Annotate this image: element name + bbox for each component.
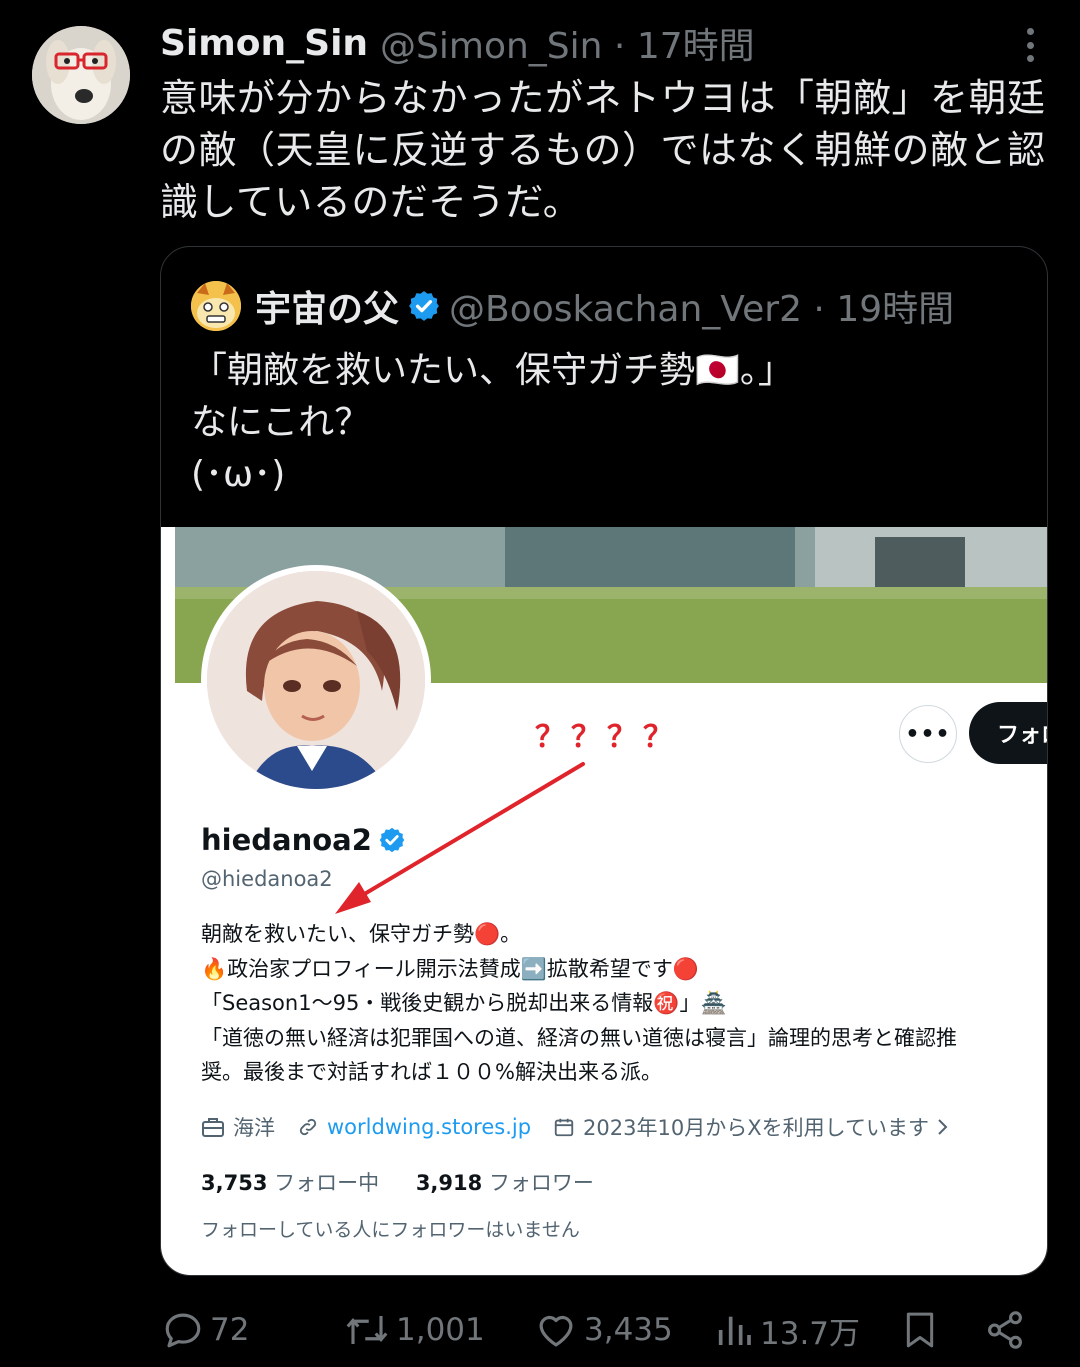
followers-count: 3,918 <box>415 1171 483 1195</box>
calendar-icon <box>554 1118 574 1137</box>
profile-joined: 2023年10月からXを利用しています <box>553 1112 959 1142</box>
following-count-group[interactable]: 3,753 フォロー中 <box>201 1171 379 1195</box>
tweet-text: 意味が分からなかったがネトウヨは「朝敵」を朝廷の敵（天皇に反逆するもの）ではなく… <box>160 76 1046 224</box>
followers-count-group[interactable]: 3,918 フォロワー <box>416 1171 594 1195</box>
profile-bio: 朝敵を救いたい、保守ガチ勢🔴。 🔥政治家プロフィール開示法賛成➡️拡散希望です🔴… <box>201 922 957 1084</box>
follow-button[interactable]: フォロ <box>969 702 1047 764</box>
profile-joined-text: 2023年10月からXを利用しています <box>583 1116 929 1140</box>
bookmark-button[interactable] <box>900 1302 946 1358</box>
share-button[interactable] <box>984 1302 1032 1358</box>
profile-screenshot-image[interactable]: ？？？？ ••• フォロ hiedanoa2 @hiedanoa2 朝敵を救いた… <box>161 527 1047 1275</box>
chevron-right-icon <box>938 1119 948 1135</box>
verified-icon <box>379 827 405 853</box>
link-icon <box>299 1118 317 1136</box>
monster-avatar-image <box>191 281 241 331</box>
profile-meta-row: 海洋 worldwing.stores.jp 2023年10月からXを利用してい… <box>201 1112 981 1142</box>
tweet-author-name[interactable]: Simon_Sin <box>160 23 368 64</box>
annotation-question-marks: ？？？？ <box>535 720 679 755</box>
quote-text: 「朝敵を救いたい、保守ガチ勢🇯🇵。」 なにこれ？ (･ω･) <box>191 350 794 495</box>
share-icon <box>988 1311 1022 1349</box>
profile-location: 海洋 <box>201 1112 275 1142</box>
profile-mutual-note: フォローしている人にフォロワーはいません <box>201 1219 580 1241</box>
reply-button[interactable]: 72 <box>162 1302 249 1358</box>
quoted-tweet-card[interactable]: 宇宙の父 @Booskachan_Ver2 · 19時間 「朝敵を救いたい、保守… <box>160 246 1048 1276</box>
more-icon[interactable] <box>1010 28 1050 62</box>
quote-time: 19時間 <box>836 289 955 330</box>
quote-author-avatar[interactable] <box>191 281 241 331</box>
retweet-icon <box>346 1316 388 1344</box>
profile-more-button[interactable]: ••• <box>899 705 957 763</box>
follow-button-label: フォロ <box>997 723 1047 748</box>
retweet-count: 1,001 <box>396 1312 485 1348</box>
dog-avatar-image <box>32 26 130 124</box>
profile-handle: @hiedanoa2 <box>201 867 333 891</box>
followers-label: フォロワー <box>488 1171 594 1195</box>
retweet-button[interactable]: 1,001 <box>344 1302 485 1358</box>
reply-icon <box>165 1313 201 1348</box>
reply-count: 72 <box>210 1312 250 1348</box>
views-icon <box>718 1316 751 1345</box>
views-count: 13.7万 <box>760 1315 861 1352</box>
author-avatar[interactable] <box>32 26 130 124</box>
views-button[interactable]: 13.7万 <box>714 1302 860 1358</box>
profile-name-row: hiedanoa2 <box>201 823 406 857</box>
following-label: フォロー中 <box>274 1171 380 1195</box>
profile-more-label: ••• <box>905 721 951 747</box>
like-button[interactable]: 3,435 <box>534 1302 673 1358</box>
like-count: 3,435 <box>584 1312 673 1348</box>
tweet-author-row: Simon_Sin @Simon_Sin · 17時間 <box>160 17 755 69</box>
tweet-author-handle[interactable]: @Simon_Sin · 17時間 <box>380 17 755 69</box>
quote-author-name[interactable]: 宇宙の父 <box>255 280 399 332</box>
tweet-time[interactable]: 17時間 <box>637 26 755 67</box>
profile-name: hiedanoa2 <box>201 823 372 857</box>
bookmark-icon <box>906 1312 934 1348</box>
following-count: 3,753 <box>201 1171 268 1195</box>
tweet-action-bar: 72 1,001 3,435 13.7万 <box>0 1302 1080 1358</box>
quote-handle-text: @Booskachan_Ver2 <box>449 289 802 330</box>
tweet-handle-text: @Simon_Sin <box>380 26 603 67</box>
like-icon <box>539 1315 573 1347</box>
briefcase-icon <box>202 1118 224 1137</box>
quote-author-row: 宇宙の父 @Booskachan_Ver2 · 19時間 <box>191 281 954 331</box>
profile-website[interactable]: worldwing.stores.jp <box>297 1115 531 1139</box>
profile-website-link[interactable]: worldwing.stores.jp <box>327 1115 531 1139</box>
verified-icon <box>409 291 439 321</box>
profile-counts: 3,753 フォロー中 3,918 フォロワー <box>201 1167 594 1197</box>
profile-location-text: 海洋 <box>233 1116 275 1140</box>
quote-author-handle[interactable]: @Booskachan_Ver2 · 19時間 <box>449 280 954 332</box>
